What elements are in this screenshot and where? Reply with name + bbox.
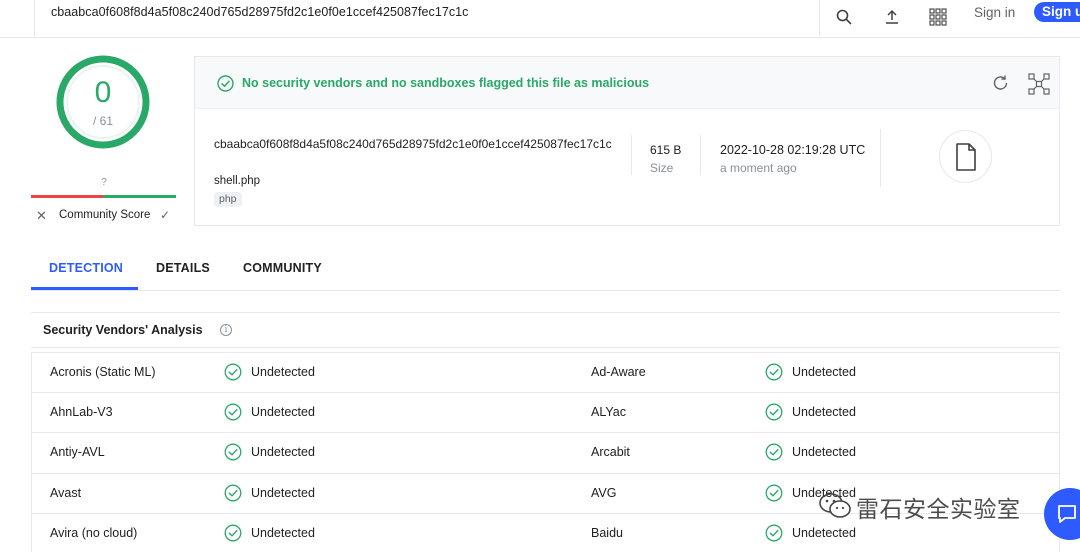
vendor-status: Undetected [251, 525, 315, 540]
check-circle-icon [224, 443, 242, 466]
file-size-label: Size [650, 161, 674, 175]
divider [880, 129, 881, 187]
tab-community[interactable]: COMMUNITY [243, 261, 322, 275]
graph-view-icon[interactable] [1028, 73, 1050, 95]
check-circle-icon [765, 363, 783, 386]
sign-up-button[interactable]: Sign up [1034, 2, 1080, 22]
active-tab-indicator [31, 287, 138, 290]
top-bar: cbaabca0f608f8d4a5f08c240d765d28975fd2c1… [0, 0, 1080, 38]
divider [700, 135, 701, 175]
vendor-name: Antiy-AVL [50, 445, 105, 460]
file-name: shell.php [214, 175, 261, 187]
verdict-banner: No security vendors and no sandboxes fla… [195, 57, 1059, 109]
check-circle-icon [224, 524, 242, 547]
vote-harmless-icon[interactable]: ✓ [160, 208, 170, 222]
result-tabs: DETECTION DETAILS COMMUNITY [31, 249, 1060, 291]
watermark-text: 雷石安全实验室 [856, 497, 1021, 523]
vendor-status: Undetected [251, 445, 315, 460]
table-row: Acronis (Static ML) Undetected Ad-Aware Und… [32, 352, 1059, 392]
community-score-label: Community Score [59, 209, 151, 221]
check-circle-icon [765, 403, 783, 426]
analysis-date: 2022-10-28 02:19:28 UTC [720, 143, 866, 157]
vote-malicious-icon[interactable]: ✕ [36, 208, 47, 224]
table-row: Antiy-AVL Undetected Arcabit Undetected [32, 432, 1059, 472]
vendor-name: AVG [591, 485, 617, 500]
chat-icon [1058, 505, 1076, 523]
check-circle-icon [224, 403, 242, 426]
analysis-date-relative: a moment ago [720, 161, 797, 175]
file-hash[interactable]: cbaabca0f608f8d4a5f08c240d765d28975fd2c1… [214, 135, 618, 153]
detection-total: / 61 [92, 114, 113, 128]
detection-count: 0 [94, 76, 112, 109]
vendors-section-title: Security Vendors' Analysis [43, 323, 203, 337]
vendor-status: Undetected [251, 485, 315, 500]
search-input-value[interactable]: cbaabca0f608f8d4a5f08c240d765d28975fd2c1… [51, 5, 468, 19]
vendor-status: Undetected [251, 405, 315, 420]
vendor-name: Avast [50, 485, 82, 500]
vendor-name: Arcabit [591, 445, 630, 460]
file-icon [955, 142, 976, 171]
vendor-name: Baidu [591, 525, 623, 540]
file-size-value: 615 B [650, 143, 682, 157]
check-circle-icon [765, 484, 783, 507]
check-circle-icon [765, 524, 783, 547]
divider [631, 135, 632, 175]
community-score-value: ? [101, 177, 107, 188]
vendor-status: Undetected [792, 525, 856, 540]
vendors-section-header: Security Vendors' Analysis i [31, 312, 1060, 348]
vendor-status: Undetected [251, 365, 315, 379]
file-type-badge [939, 130, 992, 183]
vendor-name: Acronis (Static ML) [50, 365, 156, 379]
community-bar-malicious [31, 195, 103, 198]
vendor-name: ALYac [591, 405, 626, 420]
file-summary-card: No security vendors and no sandboxes fla… [194, 56, 1060, 226]
vendor-status: Undetected [792, 365, 856, 379]
check-circle-icon [765, 443, 783, 466]
sign-in-link[interactable]: Sign in [974, 5, 1015, 20]
table-row: AhnLab-V3 Undetected ALYac Undetected [32, 392, 1059, 432]
search-input[interactable]: cbaabca0f608f8d4a5f08c240d765d28975fd2c1… [34, 0, 820, 36]
watermark: 雷石安全实验室 [818, 486, 1058, 526]
community-score-bar [31, 195, 176, 198]
file-type-tag[interactable]: php [214, 192, 242, 207]
vendor-name: AhnLab-V3 [50, 405, 113, 420]
search-icon[interactable] [824, 0, 864, 34]
apps-grid-icon[interactable] [918, 0, 958, 34]
vendor-name: Avira (no cloud) [50, 525, 138, 540]
vendor-status: Undetected [792, 445, 856, 460]
vendor-status: Undetected [792, 405, 856, 420]
verdict-text: No security vendors and no sandboxes fla… [242, 76, 650, 90]
check-circle-icon [224, 363, 242, 386]
community-bar-harmless [103, 195, 176, 198]
tab-detection[interactable]: DETECTION [49, 261, 123, 275]
tab-details[interactable]: DETAILS [156, 261, 210, 275]
wechat-icon [819, 493, 851, 518]
reanalyze-icon[interactable] [991, 74, 1011, 92]
check-circle-icon [224, 484, 242, 507]
upload-icon[interactable] [872, 0, 912, 34]
check-circle-icon [217, 75, 234, 92]
vendor-name: Ad-Aware [591, 365, 646, 379]
info-icon[interactable]: i [220, 324, 232, 336]
